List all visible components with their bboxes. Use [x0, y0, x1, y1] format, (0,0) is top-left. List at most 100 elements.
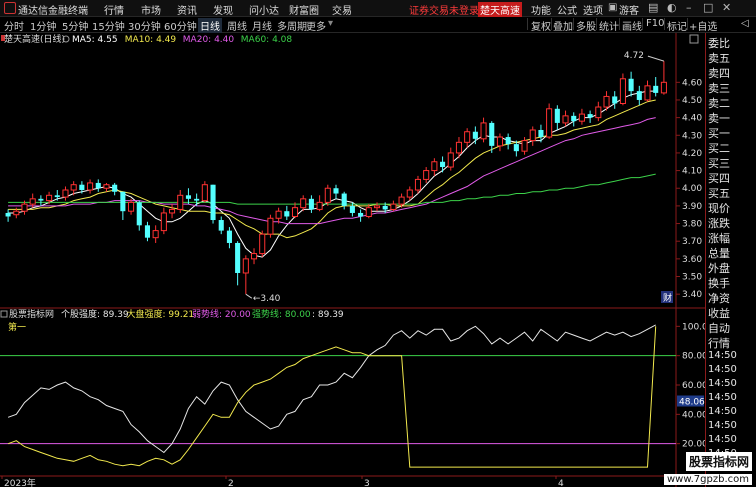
- tool-f10[interactable]: F10: [646, 18, 664, 29]
- right-panel-item-13[interactable]: 涨幅: [708, 230, 730, 246]
- user-icon[interactable]: ▣: [608, 2, 617, 13]
- skin-icon[interactable]: ◐: [667, 1, 677, 14]
- right-panel-time-1: 14:50: [708, 364, 737, 375]
- indicator-panel: 股票指标网 个股强度: 89.39大盘强度: 99.21弱势线: 20.00 强势线…: [0, 308, 705, 468]
- tool-draw-line[interactable]: 画线: [622, 18, 642, 33]
- candle-body-up: [169, 208, 176, 214]
- period-weekly[interactable]: 周线: [227, 18, 247, 33]
- ind-y-label-3: 40.00: [682, 410, 705, 420]
- right-panel-item-11[interactable]: 现价: [708, 200, 730, 216]
- period-multi[interactable]: 多周期: [277, 18, 307, 33]
- right-panel-item-5[interactable]: 卖一: [708, 110, 730, 126]
- period-1min[interactable]: 1分钟: [30, 18, 56, 33]
- candle-body-up: [619, 78, 626, 104]
- divider: [687, 18, 688, 30]
- tool-multi-stock[interactable]: 多股: [576, 18, 596, 33]
- candle-body-up: [644, 85, 651, 101]
- menu-news[interactable]: 资讯: [177, 2, 197, 17]
- right-panel-item-15[interactable]: 外盘: [708, 260, 730, 276]
- candle-body-up: [275, 210, 282, 219]
- tool-mark[interactable]: 标记: [667, 18, 687, 33]
- period-30min[interactable]: 30分钟: [128, 18, 161, 33]
- right-panel-item-10[interactable]: 买五: [708, 185, 730, 201]
- candle-body-up: [242, 258, 249, 274]
- menu-trade[interactable]: 交易: [332, 2, 352, 17]
- candle-body-up: [21, 203, 28, 212]
- ma-legend-0: MA5: 4.55: [72, 35, 118, 45]
- period-60min[interactable]: 60分钟: [164, 18, 197, 33]
- right-panel-item-0[interactable]: 委比: [708, 35, 730, 51]
- y-tick-label-11: 3.50: [682, 273, 702, 283]
- maximize-icon[interactable]: □: [703, 1, 713, 14]
- right-panel-item-19[interactable]: 自动: [708, 320, 730, 336]
- stock-name-badge[interactable]: 楚天高速: [478, 2, 522, 17]
- candle-body-down: [358, 212, 364, 217]
- period-5min[interactable]: 5分钟: [62, 18, 88, 33]
- menu-function[interactable]: 功能: [531, 2, 551, 17]
- right-panel-item-8[interactable]: 买三: [708, 155, 730, 171]
- candle-body-up: [447, 152, 454, 168]
- collapse-icon[interactable]: ◁: [741, 18, 749, 29]
- period-intraday[interactable]: 分时: [4, 18, 24, 33]
- close-icon[interactable]: ✕: [722, 1, 731, 14]
- indicator-legend-4: : 89.39: [312, 310, 344, 320]
- menu-options[interactable]: 选项: [583, 2, 603, 17]
- right-panel-item-17[interactable]: 净资: [708, 290, 730, 306]
- indicator-settings-icon: [0, 310, 8, 318]
- tool-add-watchlist[interactable]: +自选: [689, 18, 717, 33]
- ind-y-label-0: 100.00: [682, 322, 705, 332]
- candle-body-down: [587, 114, 593, 118]
- candle-body-down: [571, 115, 577, 122]
- y-tick-label-9: 3.70: [682, 237, 702, 247]
- more-arrow-icon[interactable]: ▾: [328, 18, 333, 29]
- candle-body-down: [382, 205, 388, 210]
- y-tick-label-5: 4.10: [682, 167, 702, 177]
- menu-ask-xiaoda[interactable]: 问小达: [249, 2, 279, 17]
- period-more[interactable]: 更多: [306, 18, 326, 33]
- period-15min[interactable]: 15分钟: [92, 18, 125, 33]
- right-panel-item-20[interactable]: 行情: [708, 335, 730, 351]
- right-panel-item-14[interactable]: 总量: [708, 245, 730, 261]
- right-panel-item-9[interactable]: 买四: [708, 170, 730, 186]
- right-panel-item-3[interactable]: 卖三: [708, 80, 730, 96]
- x-label-0: 2023年: [4, 477, 36, 487]
- period-monthly[interactable]: 月线: [252, 18, 272, 33]
- login-warning[interactable]: 证券交易未登录: [409, 2, 479, 17]
- kline-chart[interactable]: 楚天高速(日线) MA5: 4.55 MA10: 4.49 MA20: 4.40 MA6…: [0, 33, 705, 487]
- menu-market[interactable]: 市场: [141, 2, 161, 17]
- right-panel-time-2: 14:50: [708, 378, 737, 389]
- candle-body-down: [112, 184, 118, 192]
- candle-body-down: [505, 137, 511, 145]
- candle-body-up: [373, 205, 381, 209]
- period-daily[interactable]: 日线: [198, 18, 222, 33]
- window-list-icon[interactable]: ▤: [648, 1, 658, 14]
- y-tick-label-12: 3.40: [682, 290, 702, 300]
- menu-formula[interactable]: 公式: [557, 2, 577, 17]
- right-panel-item-6[interactable]: 买一: [708, 125, 730, 141]
- ind-y-label-1: 80.00: [682, 352, 705, 362]
- candle-body-up: [291, 207, 299, 217]
- tool-adjust[interactable]: 复权: [531, 18, 551, 33]
- right-panel-item-16[interactable]: 换手: [708, 275, 730, 291]
- candle-body-up: [431, 161, 438, 172]
- right-panel-item-2[interactable]: 卖四: [708, 65, 730, 81]
- right-panel-item-4[interactable]: 卖二: [708, 95, 730, 111]
- candle-body-up: [521, 140, 528, 152]
- candle-body-up: [455, 141, 463, 154]
- right-panel-item-12[interactable]: 涨跌: [708, 215, 730, 231]
- candle-body-down: [38, 198, 44, 201]
- right-panel-item-18[interactable]: 收益: [708, 305, 730, 321]
- tool-overlay[interactable]: 叠加: [553, 18, 573, 33]
- guest-label[interactable]: 游客: [619, 2, 639, 17]
- right-panel-item-1[interactable]: 卖五: [708, 50, 730, 66]
- price-legend: 楚天高速(日线) MA5: 4.55 MA10: 4.49 MA20: 4.40 MA6…: [1, 33, 292, 45]
- menu-discover[interactable]: 发现: [213, 2, 233, 17]
- right-panel-item-7[interactable]: 买二: [708, 140, 730, 156]
- menu-wealth-circle[interactable]: 财富圈: [289, 2, 319, 17]
- menu-market-quotes[interactable]: 行情: [104, 2, 124, 17]
- candle-body-down: [554, 108, 560, 123]
- candle-body-up: [128, 201, 135, 212]
- candle-body-up: [480, 122, 487, 140]
- minimize-icon[interactable]: –: [686, 1, 692, 14]
- tool-statistics[interactable]: 统计: [599, 18, 619, 33]
